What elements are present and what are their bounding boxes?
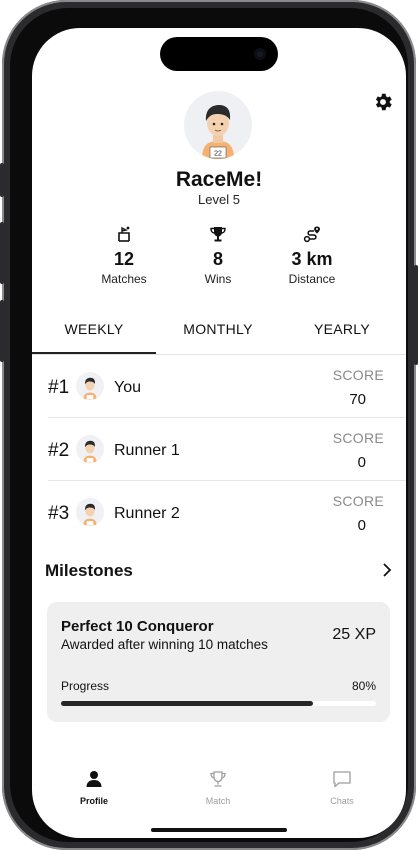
- progress-label: Progress: [61, 679, 110, 693]
- avatar-bib-number: 22: [214, 151, 222, 158]
- leaderboard-name: Runner 1: [114, 442, 180, 459]
- stat-wins-label: Wins: [204, 272, 232, 286]
- runner-avatar-icon: 22: [202, 105, 234, 159]
- stat-matches-label: Matches: [101, 272, 147, 286]
- trophy-icon: [210, 771, 226, 787]
- leaderboard-name: Runner 2: [114, 505, 180, 522]
- nav-profile[interactable]: Profile: [32, 770, 156, 806]
- phone-frame: 22 RaceMe! Level 5 12 Matches 8 Wins 3 k…: [0, 0, 418, 850]
- route-icon: [303, 226, 320, 243]
- runner-avatar-icon: [76, 372, 104, 400]
- milestone-xp: 25 XP: [332, 626, 376, 643]
- milestones-heading: Milestones: [45, 561, 133, 580]
- progress-bar: [61, 701, 376, 706]
- nav-chats[interactable]: Chats: [280, 770, 404, 806]
- score-value: 0: [357, 517, 366, 534]
- leaderboard-row[interactable]: #2 Runner 1 SCORE 0: [48, 418, 406, 481]
- profile-name: RaceMe!: [175, 168, 263, 191]
- runner-avatar-icon: [76, 435, 104, 463]
- leaderboard-rank: #1: [48, 377, 70, 398]
- chevron-right-icon[interactable]: [380, 562, 394, 578]
- nav-profile-label: Profile: [79, 796, 108, 806]
- mute-switch: [0, 163, 4, 197]
- stat-matches-value: 12: [113, 249, 135, 269]
- matches-icon: [118, 226, 130, 242]
- tab-monthly[interactable]: MONTHLY: [156, 314, 280, 354]
- score-label: SCORE: [332, 493, 384, 509]
- trophy-icon: [210, 227, 226, 242]
- power-button: [414, 265, 418, 365]
- leaderboard-rank: #3: [48, 503, 70, 524]
- home-indicator[interactable]: [151, 828, 287, 832]
- leaderboard-row[interactable]: #1 You SCORE 70: [48, 355, 406, 418]
- leaderboard-row[interactable]: #3 Runner 2 SCORE 0: [48, 481, 406, 543]
- stat-matches: 12 Matches: [74, 224, 174, 286]
- avatar[interactable]: 22: [184, 91, 252, 159]
- leaderboard-name: You: [114, 379, 141, 396]
- stat-distance-label: Distance: [288, 272, 336, 286]
- app-screen: 22 RaceMe! Level 5 12 Matches 8 Wins 3 k…: [32, 28, 406, 838]
- chat-bubble-icon: [333, 771, 351, 788]
- stat-distance: 3 km Distance: [262, 224, 362, 286]
- period-tabs: WEEKLY MONTHLY YEARLY: [32, 314, 406, 355]
- milestone-title: Perfect 10 Conqueror: [61, 618, 214, 635]
- volume-down-button: [0, 300, 4, 362]
- score-label: SCORE: [332, 367, 384, 383]
- volume-up-button: [0, 222, 4, 284]
- dynamic-island: [160, 37, 278, 71]
- camera-icon: [254, 48, 266, 60]
- score-value: 70: [349, 391, 366, 408]
- score-label: SCORE: [332, 430, 384, 446]
- stat-wins: 8 Wins: [168, 224, 268, 286]
- stat-wins-value: 8: [212, 249, 223, 269]
- progress-bar-fill: [61, 701, 313, 706]
- person-icon: [86, 771, 102, 787]
- gear-icon[interactable]: [372, 91, 394, 113]
- tab-yearly[interactable]: YEARLY: [280, 314, 404, 354]
- runner-avatar-icon: [76, 498, 104, 526]
- progress-percent: 80%: [351, 679, 376, 693]
- milestone-description: Awarded after winning 10 matches: [61, 637, 268, 652]
- nav-chats-label: Chats: [330, 796, 354, 806]
- profile-level: Level 5: [198, 192, 240, 207]
- tab-weekly[interactable]: WEEKLY: [32, 314, 156, 354]
- milestone-card[interactable]: Perfect 10 Conqueror Awarded after winni…: [47, 602, 390, 722]
- phone-bezel: 22 RaceMe! Level 5 12 Matches 8 Wins 3 k…: [10, 8, 408, 842]
- stat-distance-value: 3 km: [291, 249, 333, 269]
- leaderboard-rank: #2: [48, 440, 70, 461]
- nav-match[interactable]: Match: [156, 770, 280, 806]
- score-value: 0: [357, 454, 366, 471]
- nav-match-label: Match: [205, 796, 231, 806]
